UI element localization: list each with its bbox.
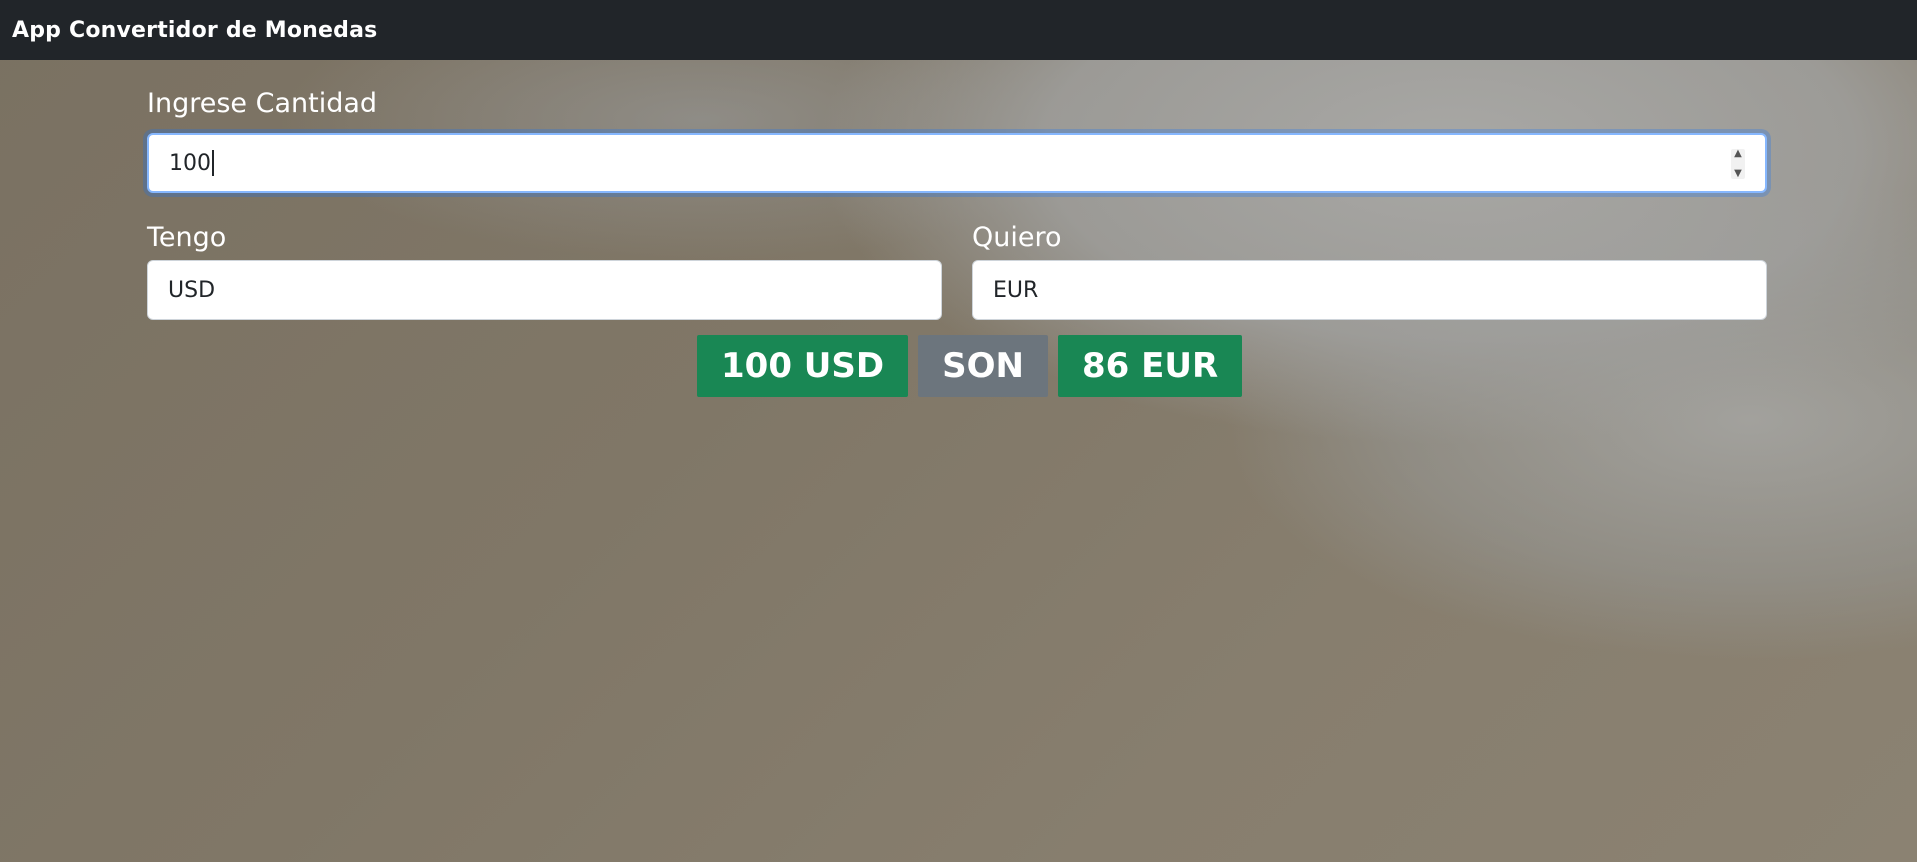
amount-label: Ingrese Cantidad xyxy=(147,88,378,119)
want-currency-select[interactable]: EUR xyxy=(972,260,1767,320)
want-currency-value: EUR xyxy=(993,277,1039,303)
want-label: Quiero xyxy=(972,222,1062,253)
have-currency-select[interactable]: USD xyxy=(147,260,942,320)
have-label: Tengo xyxy=(147,222,227,253)
spinner-up-icon[interactable]: ▲ xyxy=(1734,149,1742,159)
result-to-badge: 86 EUR xyxy=(1058,335,1243,397)
conversion-result: 100 USD SON 86 EUR xyxy=(697,335,1243,397)
have-currency-value: USD xyxy=(168,277,216,303)
app-title: App Convertidor de Monedas xyxy=(12,17,378,43)
amount-value: 100 xyxy=(169,150,211,176)
number-spinner[interactable]: ▲ ▼ xyxy=(1731,149,1745,179)
result-from-badge: 100 USD xyxy=(697,335,909,397)
text-caret xyxy=(212,150,214,176)
amount-input[interactable]: 100 ▲ ▼ xyxy=(147,133,1767,193)
spinner-down-icon[interactable]: ▼ xyxy=(1734,169,1742,179)
navbar: App Convertidor de Monedas xyxy=(0,0,1917,60)
result-connector-badge: SON xyxy=(918,335,1048,397)
